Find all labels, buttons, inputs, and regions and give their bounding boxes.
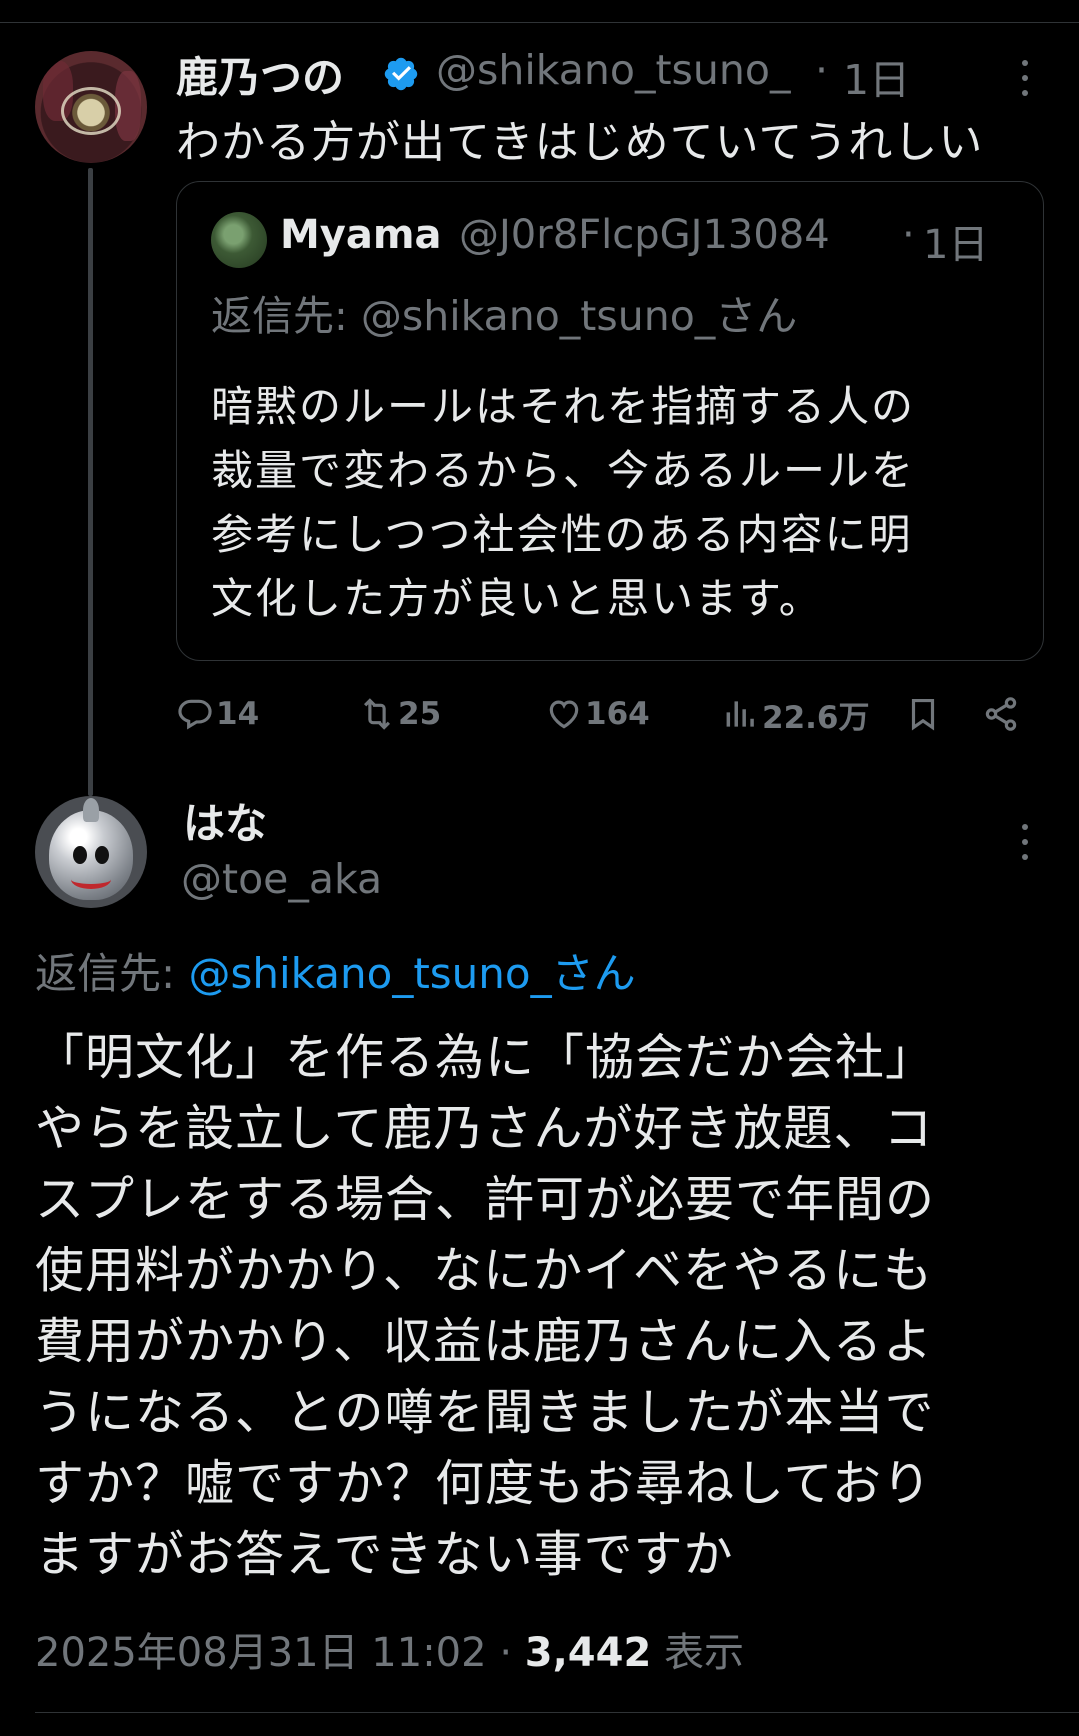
repost-icon xyxy=(364,698,390,730)
views-button[interactable]: 22.6万 xyxy=(722,690,870,738)
quoted-tweet-card[interactable]: Myama @J0r8FlcpGJ13084 · 1日 返信先: @shikan… xyxy=(176,181,1044,661)
quoted-time: 1日 xyxy=(923,222,989,268)
bookmark-icon xyxy=(911,698,935,731)
author-handle[interactable]: @shikano_tsuno_ xyxy=(436,46,790,94)
quoted-reply-to: 返信先: @shikano_tsuno_さん xyxy=(211,292,798,340)
avatar-hana[interactable] xyxy=(35,796,147,908)
reply-count: 14 xyxy=(216,696,260,732)
analytics-icon xyxy=(726,701,754,727)
reply-to-link[interactable]: @shikano_tsuno_さん xyxy=(189,949,636,998)
bottom-divider xyxy=(35,1712,1079,1713)
action-bar: 14 25 164 22.6万 xyxy=(176,690,1044,738)
quoted-separator: · xyxy=(902,212,915,258)
reply-body-line: やらを設立して鹿乃さんが好き放題、コ xyxy=(35,1100,934,1157)
reply-body-line: 「明文化」を作る為に「協会だか会社」 xyxy=(35,1029,936,1086)
share-button[interactable] xyxy=(982,690,1022,738)
post-time[interactable]: 1日 xyxy=(843,46,910,106)
view-count: 3,442 xyxy=(524,1630,652,1676)
quoted-body: 暗黙のルールはそれを指摘する人の 裁量で変わるから、今あるルールを 参考にしつつ… xyxy=(211,375,1021,631)
reply-body: 「明文化」を作る為に「協会だか会社」 やらを設立して鹿乃さんが好き放題、コ スプ… xyxy=(35,1022,1055,1590)
reply-body-line: うになる、との噂を聞きましたが本当で xyxy=(35,1384,935,1441)
tweet-text: わかる方が出てきはじめていてうれしい xyxy=(176,117,984,168)
meta-separator: · xyxy=(499,1630,513,1676)
avatar-shikano[interactable] xyxy=(35,51,147,163)
views-count: 22.6万 xyxy=(762,699,870,736)
more-options-icon[interactable] xyxy=(1015,822,1035,862)
share-icon xyxy=(985,697,1017,731)
thread-connector-line xyxy=(88,168,93,796)
avatar-cup-rim xyxy=(61,87,121,135)
like-count: 164 xyxy=(585,696,650,732)
heart-icon xyxy=(549,700,579,729)
repost-button[interactable]: 25 xyxy=(358,690,441,738)
verified-badge-icon xyxy=(384,57,418,91)
reply-to-prefix: 返信先: xyxy=(35,949,189,998)
quoted-author-handle: @J0r8FlcpGJ13084 xyxy=(459,212,830,258)
reply-icon xyxy=(178,699,212,730)
post-timestamp[interactable]: 2025年08月31日 11:02 xyxy=(35,1630,487,1676)
bookmark-button[interactable] xyxy=(904,690,944,738)
quoted-avatar xyxy=(211,212,267,268)
author-name[interactable]: 鹿乃つの xyxy=(176,44,344,105)
reply-to-line: 返信先: @shikano_tsuno_さん xyxy=(35,940,636,1001)
like-button[interactable]: 164 xyxy=(545,690,650,738)
reply-author-handle[interactable]: @toe_aka xyxy=(181,855,382,903)
post-meta: 2025年08月31日 11:02 · 3,442 表示 xyxy=(35,1620,744,1678)
reply-body-line: すか？嘘ですか？何度もお尋ねしており xyxy=(35,1455,933,1512)
reply-body-line: 使用料がかかり、なにかイベをやるにも xyxy=(35,1242,934,1299)
quoted-body-line: 暗黙のルールはそれを指摘する人の xyxy=(211,382,916,431)
slime-avatar-image xyxy=(49,798,133,900)
quoted-author-name: Myama xyxy=(280,212,442,258)
reply-body-line: ますがお答えできない事ですか xyxy=(35,1526,734,1583)
reply-body-line: スプレをする場合、許可が必要で年間の xyxy=(35,1171,936,1228)
more-options-icon[interactable] xyxy=(1015,58,1035,98)
quoted-body-line: 裁量で変わるから、今あるルールを xyxy=(211,446,916,495)
quoted-body-line: 参考にしつつ社会性のある内容に明 xyxy=(211,510,913,559)
view-label: 表示 xyxy=(664,1630,744,1676)
reply-author-name[interactable]: はな xyxy=(183,790,267,851)
reply-body-line: 費用がかかり、収益は鹿乃さんに入るよ xyxy=(35,1313,934,1370)
reply-button[interactable]: 14 xyxy=(176,690,259,738)
repost-count: 25 xyxy=(398,696,442,732)
top-divider xyxy=(0,22,1079,23)
meta-separator: · xyxy=(815,46,829,94)
quoted-body-line: 文化した方が良いと思います。 xyxy=(211,574,823,623)
